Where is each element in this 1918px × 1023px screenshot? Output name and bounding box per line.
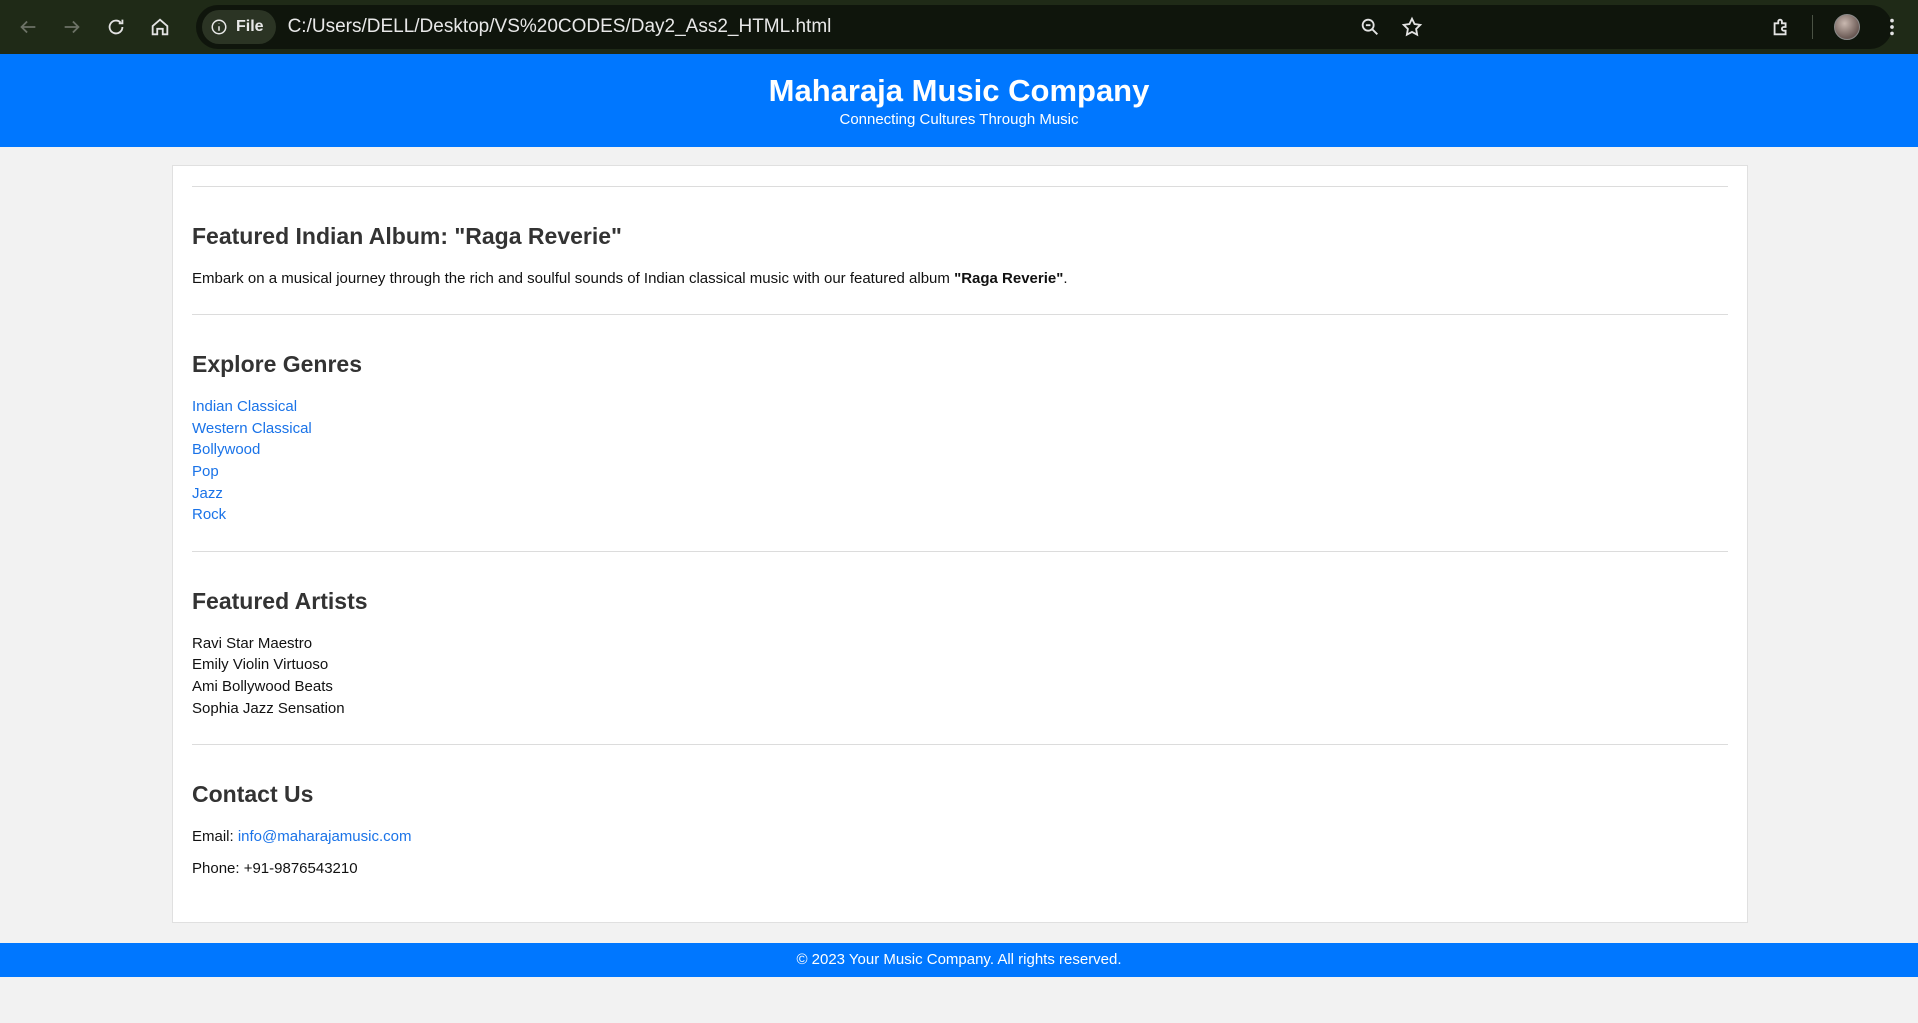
zoom-button[interactable] <box>1350 5 1390 49</box>
back-button[interactable] <box>6 5 50 49</box>
email-label: Email: <box>192 828 238 845</box>
artists-section-title: Featured Artists <box>192 588 368 614</box>
site-header: Maharaja Music Company Connecting Cultur… <box>0 54 1918 147</box>
album-description-end: . <box>1063 270 1068 287</box>
menu-button[interactable] <box>1872 5 1912 49</box>
contact-section-title: Contact Us <box>192 781 314 807</box>
browser-toolbar: File C:/Users/DELL/Desktop/VS%20CODES/Da… <box>0 0 1918 54</box>
email-link[interactable]: info@maharajamusic.com <box>238 828 412 845</box>
artist-item: Ami Bollywood Beats <box>192 678 333 695</box>
avatar <box>1834 14 1860 40</box>
extensions-button[interactable] <box>1761 5 1801 49</box>
album-description-text: Embark on a musical journey through the … <box>192 270 955 287</box>
site-tagline: Connecting Cultures Through Music <box>839 111 1079 128</box>
profile-button[interactable] <box>1827 5 1867 49</box>
forward-button[interactable] <box>50 5 94 49</box>
info-icon <box>211 19 227 35</box>
footer-text: © 2023 Your Music Company. All rights re… <box>796 951 1122 968</box>
genre-link-rock[interactable]: Rock <box>192 506 226 524</box>
artist-item: Sophia Jazz Sensation <box>192 700 345 717</box>
site-title: Maharaja Music Company <box>768 73 1150 108</box>
main-content: Featured Indian Album: "Raga Reverie" Em… <box>172 165 1748 923</box>
album-description: Embark on a musical journey through the … <box>192 270 1068 288</box>
artist-item: Emily Violin Virtuoso <box>192 656 329 673</box>
kebab-menu-icon <box>1890 18 1894 36</box>
url-text[interactable]: C:/Users/DELL/Desktop/VS%20CODES/Day2_As… <box>288 16 832 38</box>
genre-link-jazz[interactable]: Jazz <box>192 485 223 503</box>
star-icon <box>1401 16 1423 37</box>
contact-email: Email: info@maharajamusic.com <box>192 828 411 846</box>
puzzle-icon <box>1773 18 1787 36</box>
home-icon <box>151 18 169 36</box>
contact-phone: Phone: +91-9876543210 <box>192 860 358 877</box>
toolbar-separator <box>1812 15 1813 39</box>
divider <box>192 186 1728 187</box>
reload-button[interactable] <box>94 5 138 49</box>
genres-section-title: Explore Genres <box>192 351 363 377</box>
genre-link-indian-classical[interactable]: Indian Classical <box>192 398 297 416</box>
album-name: "Raga Reverie" <box>954 270 1064 287</box>
divider <box>192 551 1728 552</box>
genre-link-bollywood[interactable]: Bollywood <box>192 441 260 459</box>
zoom-icon <box>1361 18 1378 35</box>
address-bar[interactable]: File C:/Users/DELL/Desktop/VS%20CODES/Da… <box>196 5 1892 49</box>
site-chip-label: File <box>236 18 264 35</box>
divider <box>192 744 1728 745</box>
back-arrow-icon <box>20 20 36 34</box>
genre-link-pop[interactable]: Pop <box>192 463 219 481</box>
bookmark-button[interactable] <box>1392 5 1432 49</box>
divider <box>192 314 1728 315</box>
album-section-title: Featured Indian Album: "Raga Reverie" <box>192 223 622 249</box>
home-button[interactable] <box>138 5 182 49</box>
artist-item: Ravi Star Maestro <box>192 635 313 652</box>
site-info-chip[interactable]: File <box>202 10 276 44</box>
forward-arrow-icon <box>64 20 80 34</box>
reload-icon <box>108 19 124 35</box>
genre-link-western-classical[interactable]: Western Classical <box>192 420 312 438</box>
site-footer: © 2023 Your Music Company. All rights re… <box>0 943 1918 977</box>
